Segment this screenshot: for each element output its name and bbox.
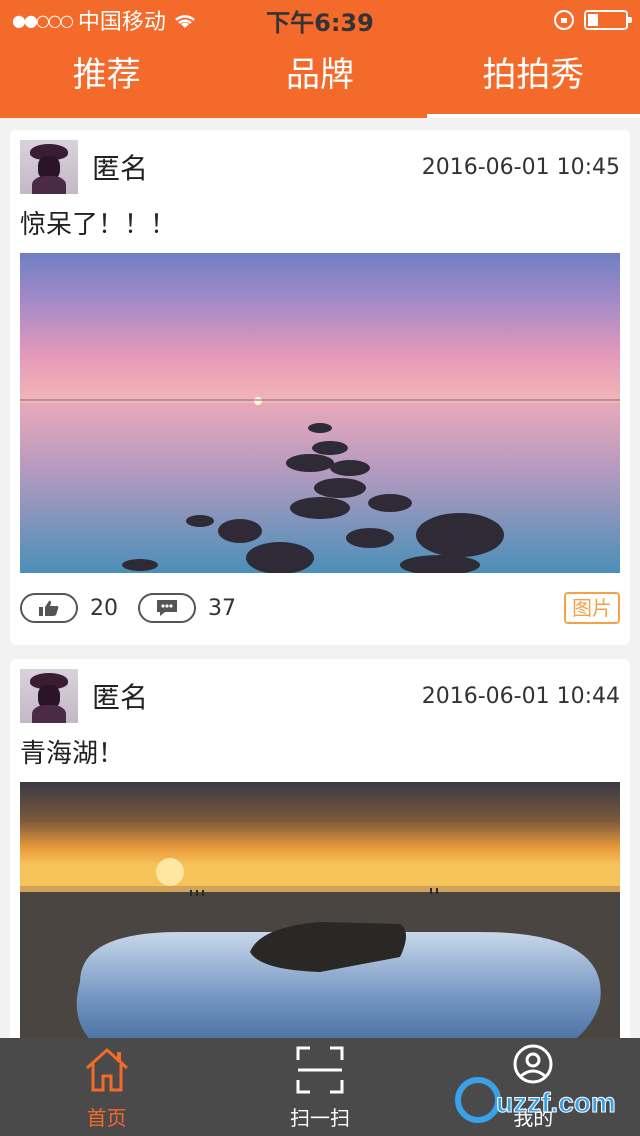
rotation-lock-icon	[554, 10, 574, 30]
avatar[interactable]	[20, 669, 78, 723]
nav-home-label: 首页	[86, 1105, 127, 1130]
post-feed[interactable]: 匿名 2016-06-01 10:45 惊呆了！！！ 20 37 图片 匿名 2…	[0, 118, 640, 1038]
post-time: 2016-06-01 10:45	[421, 154, 620, 180]
tab-recommend[interactable]: 推荐	[0, 40, 213, 118]
post-text: 惊呆了！！！	[20, 210, 177, 240]
carrier-label: 中国移动	[77, 10, 166, 35]
user-name[interactable]: 匿名	[92, 676, 148, 716]
comment-button[interactable]	[138, 593, 196, 623]
app-header: ●●○○○ 中国移动 下午6:39 推荐 品牌 拍拍秀	[0, 0, 640, 118]
user-name[interactable]: 匿名	[92, 147, 148, 187]
comment-count: 37	[208, 595, 236, 621]
tab-paipaixiu[interactable]: 拍拍秀	[426, 40, 640, 118]
nav-home[interactable]: 首页	[0, 1038, 213, 1136]
nav-scan[interactable]: 扫一扫	[213, 1038, 426, 1136]
bottom-nav: 首页 扫一扫 我的 uzzf.com	[0, 1038, 640, 1136]
thumbs-up-icon	[39, 600, 59, 616]
like-button[interactable]	[20, 593, 78, 623]
post-image-sea-rocks[interactable]	[20, 253, 620, 573]
tab-brand[interactable]: 品牌	[213, 40, 426, 118]
comment-icon	[157, 600, 177, 616]
top-tabs: 推荐 品牌 拍拍秀	[0, 40, 640, 118]
svg-text:uzzf.com: uzzf.com	[496, 1087, 616, 1118]
like-count: 20	[90, 595, 118, 621]
post-type-tag: 图片	[564, 592, 620, 624]
avatar[interactable]	[20, 140, 78, 194]
post-card: 匿名 2016-06-01 10:45 惊呆了！！！ 20 37 图片	[10, 130, 630, 645]
nav-scan-label: 扫一扫	[289, 1105, 350, 1130]
signal-strength: ●●○○○	[12, 10, 74, 30]
watermark-logo: uzzf.com	[455, 1077, 616, 1123]
status-bar: ●●○○○ 中国移动 下午6:39	[0, 0, 640, 40]
battery-icon	[584, 10, 632, 30]
wifi-icon	[172, 11, 198, 29]
home-icon	[81, 1044, 133, 1096]
post-card: 匿名 2016-06-01 10:44 青海湖！	[10, 659, 630, 1038]
post-text: 青海湖！	[20, 739, 125, 769]
post-time: 2016-06-01 10:44	[421, 683, 620, 709]
scan-icon	[294, 1044, 346, 1096]
post-image-lake-sunset[interactable]	[20, 782, 620, 1038]
